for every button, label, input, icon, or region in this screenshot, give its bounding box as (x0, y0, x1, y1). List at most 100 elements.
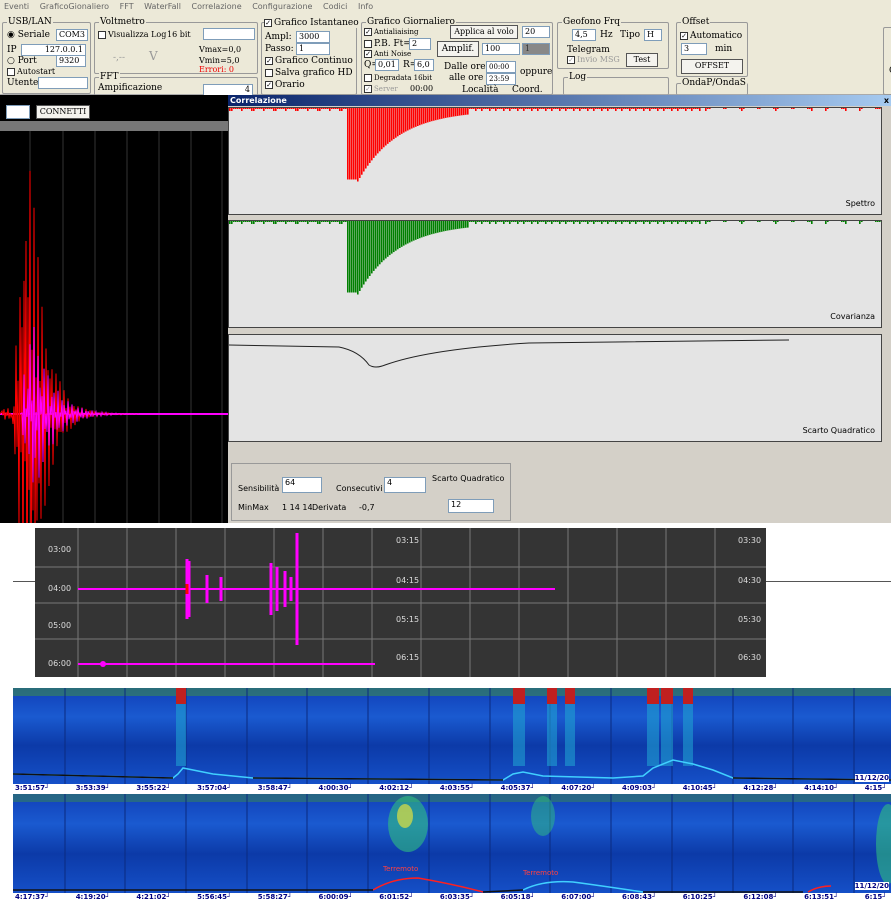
spectrum-bar (485, 108, 487, 109)
seriale-radio[interactable]: ◉ Seriale (7, 30, 50, 40)
spectrum-bar (277, 108, 279, 109)
visualizza-log-checkbox[interactable]: Visualizza Log (98, 30, 166, 40)
spectrum-bar (263, 221, 265, 224)
spectrum-bar (697, 221, 699, 222)
spectrum-bar (353, 221, 355, 293)
menu-waterfall[interactable]: WaterFall (144, 2, 181, 11)
wf-time-label: 4:00:30┘ (318, 784, 353, 792)
r-field[interactable]: 6,0 (414, 59, 434, 71)
automatico-checkbox[interactable]: ✓ Automatico (680, 31, 742, 41)
applica-field[interactable]: 20 (522, 26, 550, 38)
com-field[interactable]: COM3 (56, 29, 88, 41)
spectrum-bar (683, 108, 685, 109)
passo-field[interactable]: 1 (296, 43, 330, 55)
spectrum-bar (551, 108, 553, 111)
spectrum-bar (809, 108, 811, 109)
q-field[interactable]: 0,01 (375, 59, 399, 71)
offset-min-field[interactable]: 3 (681, 43, 707, 55)
antialiasing-checkbox[interactable]: ✓ Antialiaising (364, 27, 419, 37)
orario-checkbox[interactable]: ✓ Orario (265, 80, 305, 90)
salva-checkbox[interactable]: Salva grafico HD (265, 68, 353, 78)
tipo-field[interactable]: H (644, 29, 662, 41)
menu-configurazione[interactable]: Configurazione (252, 2, 312, 11)
instant-waveform-panel (0, 95, 228, 523)
row-label-0315: 03:15 (396, 536, 420, 545)
applica-button[interactable]: Applica al volo (450, 25, 518, 39)
ampl-field[interactable]: 3000 (296, 31, 330, 43)
spectrum-bar (241, 108, 243, 111)
pb-checkbox[interactable]: P.B. Ft= (364, 39, 411, 49)
close-icon[interactable]: x (884, 95, 889, 106)
spectrum-bar (265, 108, 267, 109)
spectrum-bar (525, 108, 527, 109)
freq-field[interactable]: 4,5 (572, 29, 596, 41)
menu-fft[interactable]: FFT (120, 2, 134, 11)
port-field[interactable]: 9320 (56, 55, 86, 67)
spectrum-bar (335, 108, 337, 109)
consecutivi-field[interactable]: 4 (384, 477, 426, 493)
spectrum-bar (343, 108, 345, 109)
continuo-checkbox[interactable]: ✓ Grafico Continuo (265, 56, 353, 66)
spectrum-bar (861, 221, 863, 222)
autostart-checkbox[interactable]: Autostart (7, 67, 55, 77)
antinoise-checkbox[interactable]: ✓ Anti Noise (364, 49, 411, 59)
menu-info[interactable]: Info (358, 2, 373, 11)
row-label-0615: 06:15 (396, 653, 420, 662)
spettro-label: Spettro (845, 199, 875, 208)
amplif-field[interactable]: 100 (482, 43, 520, 55)
sensibilita-field[interactable]: 64 (282, 477, 322, 493)
test-button[interactable]: Test (626, 53, 658, 67)
spectrum-bar (387, 108, 389, 144)
spectrum-bar (563, 108, 565, 109)
menu-codici[interactable]: Codici (323, 2, 347, 11)
spectrum-bar (505, 108, 507, 109)
spectrum-bar (565, 221, 567, 224)
alle-field[interactable]: 23:59 (486, 73, 516, 85)
utente-field[interactable] (38, 77, 88, 89)
menu-grafico-giornaliero[interactable]: GraficoGionaliero (40, 2, 109, 11)
invio-checkbox[interactable]: ✓ Invio MSG (567, 55, 620, 65)
istantaneo-checkbox[interactable]: ✓ Grafico Istantaneo (264, 18, 359, 28)
spectrum-bar (743, 221, 745, 222)
spectrum-bar (633, 221, 635, 222)
spectrum-bar (381, 108, 383, 150)
spectrum-bar (615, 108, 617, 111)
dalle-field[interactable]: 00:00 (486, 61, 516, 73)
geofono-group: Geofono Frq 4,5 Hz Tipo H Telegram ✓ Invi… (557, 17, 669, 69)
spectrum-bar (593, 221, 595, 224)
spectrum-bar (663, 221, 665, 224)
wf-time-label: 4:09:03┘ (622, 784, 657, 792)
spectrum-bar (361, 221, 363, 288)
spectrum-bar (679, 108, 681, 109)
spectrum-bar (645, 108, 647, 109)
offset-button[interactable]: OFFSET (681, 59, 743, 74)
spectrum-bar (385, 108, 387, 146)
spectrum-bar (669, 108, 671, 109)
spectrum-bar (695, 221, 697, 222)
spectrum-bar (561, 108, 563, 109)
spectrum-bar (295, 108, 297, 111)
row-label-0500: 05:00 (48, 621, 72, 630)
scarto-field[interactable]: 12 (448, 499, 494, 513)
server-checkbox[interactable]: ✓ Server (364, 84, 398, 94)
menu-correlazione[interactable]: Correlazione (192, 2, 242, 11)
connetti-button[interactable]: CONNETTI (36, 105, 90, 119)
voltmetro-field[interactable] (203, 28, 255, 40)
spectrum-bar (283, 108, 285, 109)
spectrum-bar (299, 108, 301, 109)
spectrum-bar (541, 108, 543, 109)
spectrum-bar (379, 108, 381, 152)
spectrum-bar (469, 221, 471, 222)
wf-time-label: 6:08:43┘ (622, 893, 657, 901)
errori-label: Errori: 0 (199, 65, 235, 74)
spectrum-bar (725, 108, 727, 109)
menu-eventi[interactable]: Eventi (4, 2, 29, 11)
amplif-button[interactable]: Amplif. (437, 41, 479, 57)
degradata-checkbox[interactable]: Degradata 16bit (364, 73, 432, 83)
spectrum-bar (811, 108, 813, 111)
spectrum-bar (625, 221, 627, 222)
pb-field[interactable]: 2 (409, 38, 431, 50)
port-radio[interactable]: ○ Port (7, 56, 37, 66)
wf-burst-head (647, 688, 659, 704)
spectrum-bar (415, 221, 417, 240)
